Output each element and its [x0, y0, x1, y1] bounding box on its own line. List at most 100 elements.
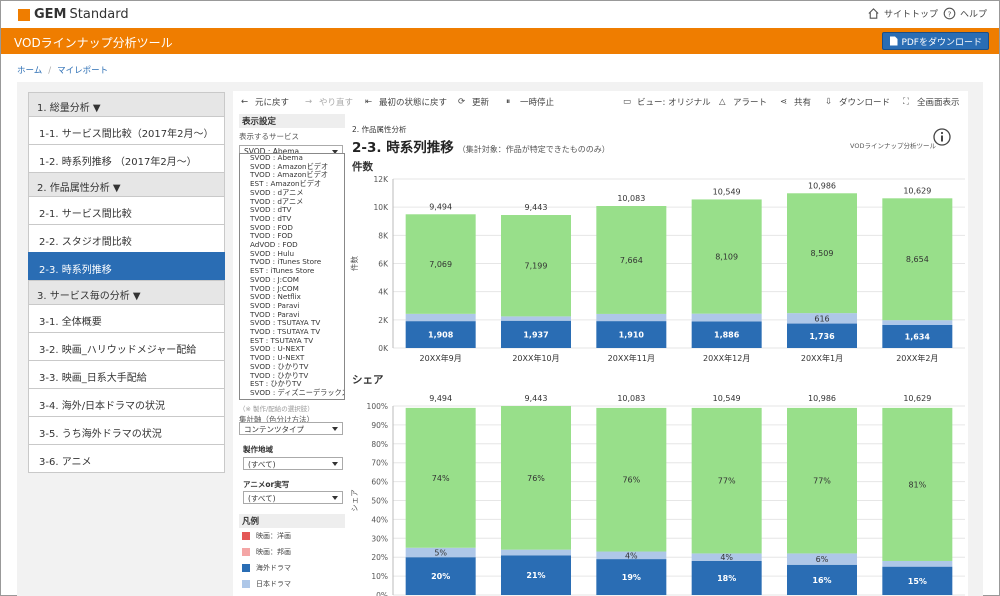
help-link[interactable]: ? ヘルプ [943, 7, 987, 20]
pdf-file-icon [890, 36, 898, 46]
nav-item-3-6[interactable]: 3-6. アニメ [28, 444, 225, 473]
data-label: 8,109 [715, 253, 738, 262]
legend-item[interactable]: 映画：邦画 [239, 544, 291, 560]
view-label: ビュー: オリジナル [637, 98, 711, 108]
anime-select[interactable]: (すべて) [243, 491, 343, 504]
legend-item[interactable]: 海外ドラマ [239, 560, 291, 576]
x-tick-label: 20XX年11月 [608, 353, 655, 363]
settings-heading: 表示設定 [239, 114, 345, 128]
data-label: 20% [431, 572, 450, 581]
hidden-note: （※ 製作/配給の選択肢） [239, 405, 314, 413]
nav-item-3-5[interactable]: 3-5. うち海外ドラマの状況 [28, 416, 225, 445]
legend-swatch [242, 580, 250, 588]
data-label: 4% [625, 551, 638, 560]
data-label: 616 [814, 314, 829, 323]
nav-item-3-4[interactable]: 3-4. 海外/日本ドラマの状況 [28, 388, 225, 417]
axis-select[interactable]: コンテンツタイプ [239, 422, 343, 435]
reset-button[interactable]: ⇤ 最初の状態に戻す [365, 96, 447, 108]
pdf-download-button[interactable]: PDFをダウンロード [882, 32, 989, 50]
bar-total-label: 10,986 [808, 181, 836, 190]
help-label: ヘルプ [960, 10, 988, 20]
breadcrumb-report[interactable]: マイレポート [57, 66, 108, 76]
chevron-down-icon [332, 427, 338, 431]
undo-button[interactable]: ← 元に戻す [241, 96, 289, 108]
logo-text: Standard [69, 7, 129, 22]
logo[interactable]: GEM Standard [18, 7, 129, 22]
nav-section-service[interactable]: 3. サービス毎の分析 ▼ [28, 280, 225, 305]
share-button[interactable]: ⋖ 共有 [780, 96, 811, 108]
download-button[interactable]: ⇩ ダウンロード [825, 96, 890, 108]
info-icon[interactable] [933, 128, 951, 146]
data-label: 77% [813, 477, 831, 486]
service-label: 表示するサービス [239, 132, 299, 141]
breadcrumb-home[interactable]: ホーム [17, 66, 42, 76]
redo-label: やり直す [319, 98, 354, 108]
nav-item-1-1[interactable]: 1-1. サービス間比較（2017年2月～） [28, 116, 225, 145]
service-dropdown-list[interactable]: SVOD : Abema SVOD : Amazonビデオ TVOD : Amazo… [239, 153, 345, 400]
chart-header: 2. 作品属性分析 2-3. 時系列推移 （集計対象：作品が特定できたもののみ） [352, 124, 610, 156]
refresh-button[interactable]: ⟳ 更新 [458, 96, 489, 108]
legend-item[interactable]: 日本ドラマ [239, 576, 291, 592]
nav-item-2-1[interactable]: 2-1. サービス間比較 [28, 196, 225, 225]
count-chart: 0K 2K 4K 6K 8K 10K 12K 件数 1,908 7,069 9,494 20XX年9月… [349, 175, 965, 363]
x-tick-label: 20XX年10月 [512, 353, 559, 363]
y-tick-label: 2K [378, 316, 389, 325]
nav-item-3-3[interactable]: 3-3. 映画_日系大手配給 [28, 360, 225, 389]
anime-select-value: (すべて) [248, 494, 276, 503]
anime-label: アニメor実写 [243, 480, 290, 489]
data-label: 81% [908, 480, 926, 489]
y-axis-label: 件数 [349, 256, 359, 271]
y-tick-label: 70% [371, 459, 388, 468]
alert-button[interactable]: △ アラート [719, 96, 767, 108]
y-tick-label: 20% [371, 553, 388, 562]
data-label: 7,069 [429, 260, 452, 269]
legend-item[interactable]: 海外アニメ [239, 592, 291, 596]
nav-item-2-3[interactable]: 2-3. 時系列推移 [28, 252, 225, 281]
y-tick-label: 80% [371, 440, 388, 449]
bar-total-label: 10,629 [903, 186, 931, 195]
pause-button[interactable]: ⏸ 一時停止 [506, 96, 554, 108]
pdf-download-label: PDFをダウンロード [901, 37, 982, 48]
legend-item[interactable]: 映画：洋画 [239, 528, 291, 544]
service-option[interactable]: SVOD : ディズニーデラックス [240, 388, 344, 398]
legend-heading: 凡例 [239, 514, 345, 528]
region-select[interactable]: (すべて) [243, 457, 343, 470]
tool-name: VODラインナップ分析ツール [850, 142, 936, 150]
nav-item-2-2[interactable]: 2-2. スタジオ間比較 [28, 224, 225, 253]
x-tick-label: 20XX年2月 [896, 353, 938, 363]
nav-item-3-1[interactable]: 3-1. 全体概要 [28, 304, 225, 333]
y-tick-label: 0K [378, 344, 389, 353]
download-icon: ⇩ [825, 97, 833, 107]
data-label: 4% [720, 553, 733, 562]
data-label: 18% [717, 574, 736, 583]
bar-total-label: 10,083 [617, 194, 645, 203]
chart-title: 2-3. 時系列推移 （集計対象：作品が特定できたもののみ） [352, 136, 610, 156]
view-button[interactable]: ▭ ビュー: オリジナル [623, 96, 711, 108]
redo-button[interactable]: → やり直す [305, 96, 353, 108]
nav-item-3-2[interactable]: 3-2. 映画_ハリウッドメジャー配給 [28, 332, 225, 361]
y-tick-label: 10K [374, 203, 390, 212]
legend-label: 映画：邦画 [256, 548, 291, 556]
site-top-label: サイトトップ [884, 10, 939, 20]
y-axis-label: シェア [350, 489, 359, 512]
y-tick-label: 30% [371, 534, 388, 543]
breadcrumb-separator: / [48, 66, 52, 76]
nav-section-attribute[interactable]: 2. 作品属性分析 ▼ [28, 172, 225, 197]
data-label: 7,664 [620, 256, 643, 265]
app-title-bar: VODラインナップ分析ツール PDFをダウンロード [1, 28, 999, 54]
legend-label: 日本ドラマ [256, 580, 291, 588]
nav-item-1-2[interactable]: 1-2. 時系列推移 （2017年2月～） [28, 144, 225, 173]
y-tick-label: 12K [374, 175, 390, 184]
y-tick-label: 100% [367, 402, 388, 411]
legend-swatch [242, 564, 250, 572]
share-section-title: シェア [352, 374, 384, 386]
site-top-link[interactable]: サイトトップ [867, 7, 938, 20]
data-label: 16% [812, 576, 831, 585]
data-label: 76% [527, 474, 545, 483]
nav-section-label: 3. サービス毎の分析 [37, 291, 130, 302]
y-tick-label: 6K [378, 260, 389, 269]
nav-section-total[interactable]: 1. 総量分析 ▼ [28, 92, 225, 117]
fullscreen-button[interactable]: ⛶ 全画面表示 [903, 96, 960, 108]
logo-square-icon [18, 8, 30, 21]
data-label: 77% [718, 477, 736, 486]
